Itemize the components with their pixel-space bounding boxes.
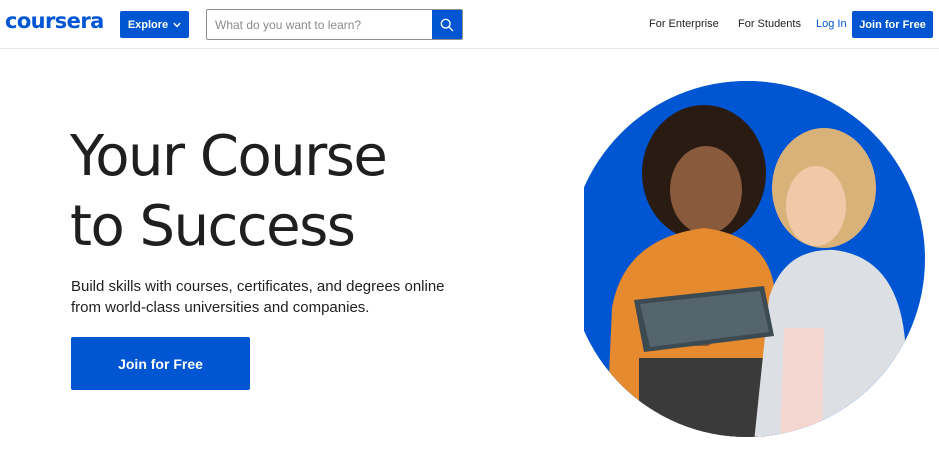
- hero-subtitle-line-2: from world-class universities and compan…: [71, 299, 370, 316]
- hero-title: Your Course to Success: [70, 122, 490, 262]
- search-input[interactable]: [207, 10, 432, 39]
- hero-subtitle-line-1: Build skills with courses, certificates,…: [71, 278, 445, 295]
- chevron-down-icon: [173, 22, 181, 27]
- hero-join-button[interactable]: Join for Free: [71, 337, 250, 390]
- header-join-button[interactable]: Join for Free: [852, 11, 933, 38]
- explore-label: Explore: [127, 18, 169, 31]
- coursera-logo[interactable]: coursera: [5, 9, 104, 33]
- hero-subtitle: Build skills with courses, certificates,…: [71, 276, 451, 318]
- nav-link-enterprise[interactable]: For Enterprise: [649, 18, 719, 30]
- login-link[interactable]: Log In: [816, 18, 847, 30]
- search-button[interactable]: [432, 10, 462, 39]
- hero-title-line-1: Your Course: [70, 124, 388, 189]
- top-navigation: coursera Explore For Enterprise For Stud…: [0, 0, 939, 49]
- nav-link-students[interactable]: For Students: [738, 18, 801, 30]
- explore-button[interactable]: Explore: [120, 11, 189, 38]
- hero-title-line-2: to Success: [70, 194, 356, 259]
- hero-image: [584, 81, 939, 437]
- search-bar: [206, 9, 463, 40]
- search-icon: [440, 18, 454, 31]
